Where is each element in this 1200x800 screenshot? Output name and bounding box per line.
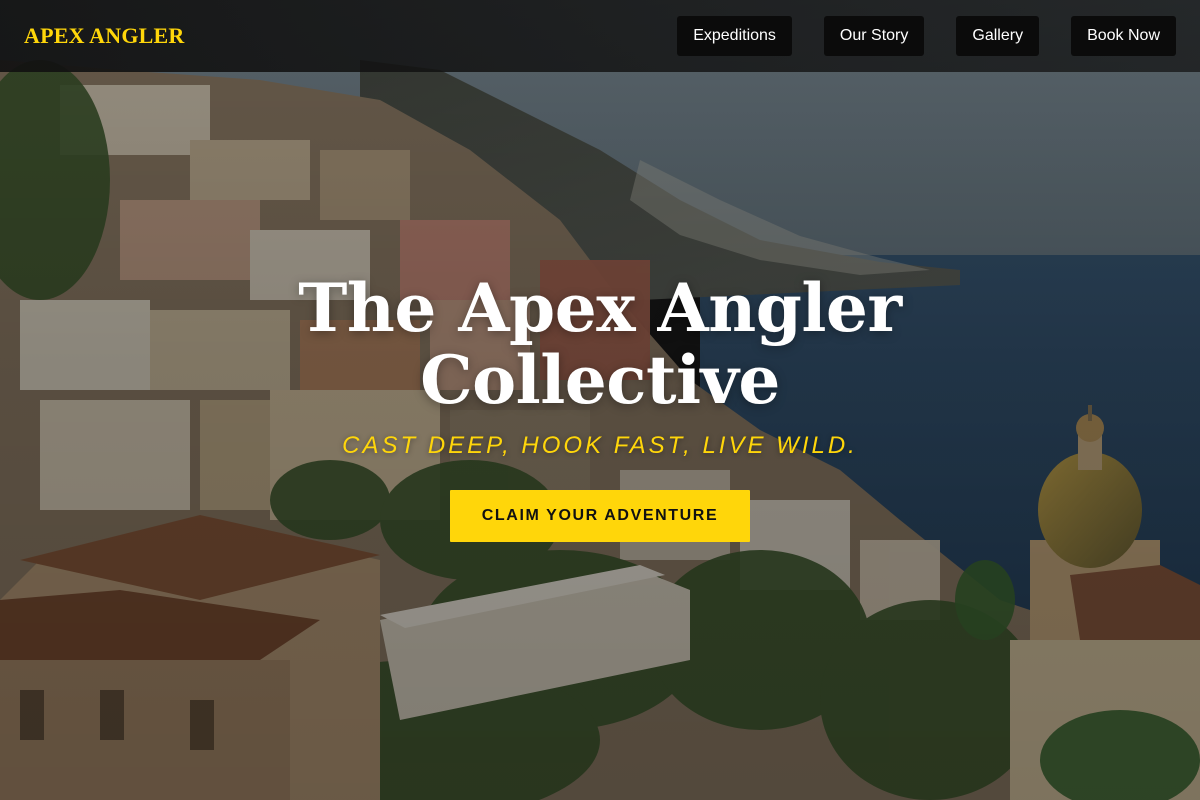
site-logo[interactable]: APEX ANGLER xyxy=(24,23,185,49)
nav-link-expeditions[interactable]: Expeditions xyxy=(677,16,792,56)
hero-title: The Apex Angler Collective xyxy=(150,272,1050,416)
hero-content: The Apex Angler Collective CAST DEEP, HO… xyxy=(0,0,1200,800)
hero-tagline: CAST DEEP, HOOK FAST, LIVE WILD. xyxy=(342,432,858,459)
nav-link-our-story[interactable]: Our Story xyxy=(823,16,925,56)
claim-adventure-button[interactable]: CLAIM YOUR ADVENTURE xyxy=(450,490,750,542)
nav-link-book-now[interactable]: Book Now xyxy=(1071,16,1176,56)
main-nav: Expeditions Our Story Gallery Book Now xyxy=(677,16,1176,56)
hero-title-line-2: Collective xyxy=(420,341,780,419)
site-header: APEX ANGLER Expeditions Our Story Galler… xyxy=(0,0,1200,72)
nav-link-gallery[interactable]: Gallery xyxy=(956,16,1040,56)
hero-title-line-1: The Apex Angler xyxy=(298,269,902,347)
